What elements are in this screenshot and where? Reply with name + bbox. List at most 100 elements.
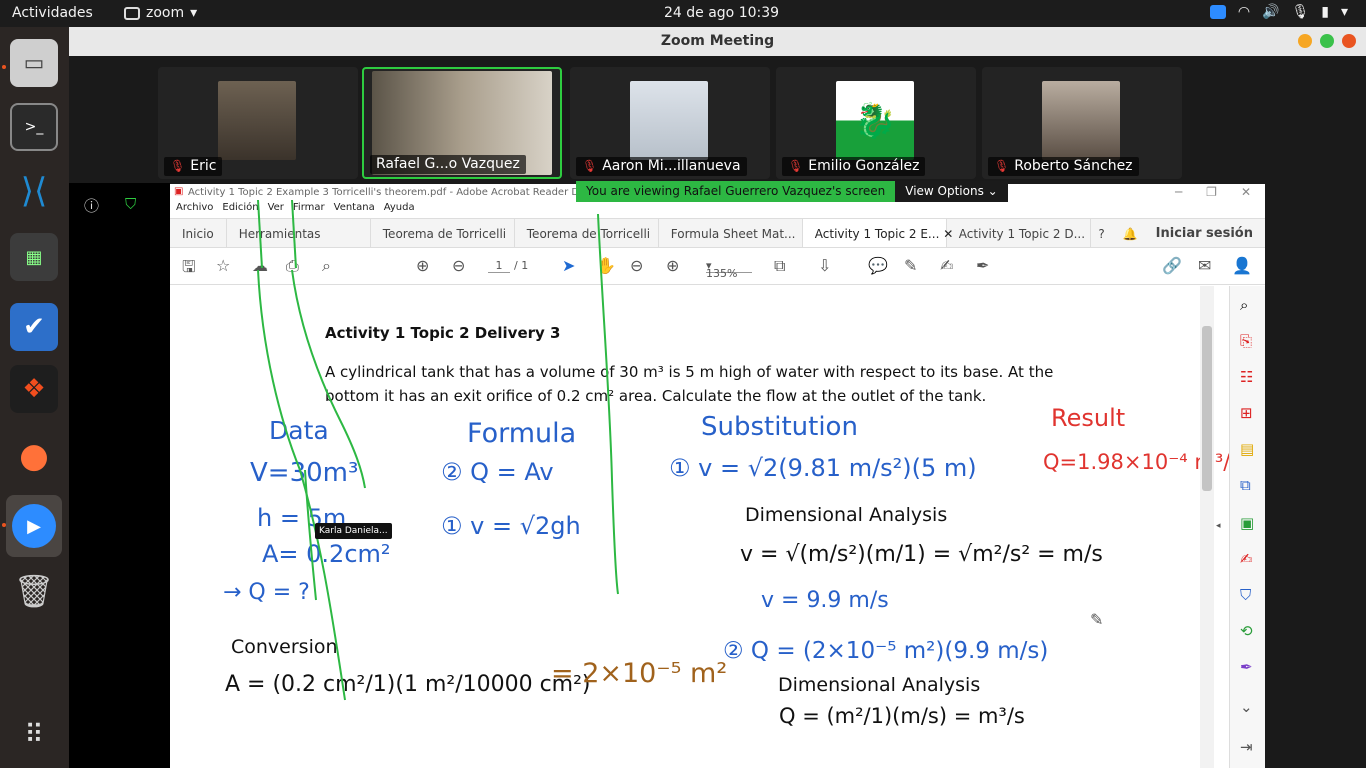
menu-edicion[interactable]: Edición: [222, 202, 258, 218]
zoom-level-value: 135%: [706, 267, 738, 280]
zoom-in-icon[interactable]: ⊕: [666, 256, 679, 275]
close-button[interactable]: [1342, 34, 1356, 48]
scroll-mode-icon[interactable]: ⇩: [818, 256, 831, 275]
next-page-icon[interactable]: ⊖: [452, 256, 465, 275]
activities-button[interactable]: Actividades: [12, 5, 93, 21]
prev-page-icon[interactable]: ⊕: [416, 256, 429, 275]
participant-tile[interactable]: 🐉 🎙 Emilio González: [776, 67, 976, 179]
tab-torricelli-2[interactable]: Teorema de Torricelli: [515, 219, 659, 247]
minimize-icon[interactable]: ─: [1175, 185, 1182, 199]
save-icon[interactable]: 🖫: [182, 256, 196, 283]
dock-zoom-item[interactable]: ▶: [6, 495, 62, 557]
comment-icon[interactable]: 💬: [868, 256, 888, 275]
menu-firmar[interactable]: Firmar: [293, 202, 325, 218]
shield-check-icon[interactable]: ⛉: [125, 195, 136, 213]
volume-icon[interactable]: 🔊: [1262, 4, 1279, 20]
pdf-icon: ▣: [174, 186, 184, 197]
participant-tile[interactable]: 🎙 Roberto Sánchez: [982, 67, 1182, 179]
menu-ver[interactable]: Ver: [268, 202, 284, 218]
chevron-down-icon: ▾: [190, 5, 198, 21]
menu-ayuda[interactable]: Ayuda: [384, 202, 415, 218]
zoom-level-select[interactable]: 135% ▾: [706, 259, 752, 280]
scrollbar-thumb[interactable]: [1202, 326, 1212, 491]
restore-icon[interactable]: ❐: [1206, 185, 1217, 199]
zoom-search-icon[interactable]: ⌕: [1240, 296, 1248, 314]
bell-icon[interactable]: 🔔: [1123, 227, 1138, 241]
tab-inicio[interactable]: Inicio: [170, 219, 227, 247]
fill-sign-icon[interactable]: ✒: [976, 256, 989, 275]
battery-icon[interactable]: ▮: [1321, 4, 1329, 20]
tab-activity-delivery[interactable]: Activity 1 Topic 2 D...: [947, 219, 1091, 247]
sign-tool-icon[interactable]: ✒: [1240, 658, 1253, 676]
tab-label: Activity 1 Topic 2 E...: [814, 227, 940, 241]
menu-archivo[interactable]: Archivo: [176, 202, 213, 218]
firefox-icon[interactable]: ●: [10, 432, 58, 480]
select-cursor-icon[interactable]: ➤: [562, 256, 575, 275]
hw-substitution-2: ② Q = (2×10⁻⁵ m²)(9.9 m/s): [723, 638, 1049, 664]
hand-tool-icon[interactable]: ✋: [596, 256, 616, 275]
view-options-button[interactable]: View Options ⌄: [895, 181, 1008, 202]
menu-ventana[interactable]: Ventana: [334, 202, 375, 218]
export-pdf-icon[interactable]: ⎘: [1240, 332, 1252, 350]
participant-name: 🎙 Roberto Sánchez: [988, 157, 1139, 176]
document-heading: Activity 1 Topic 2 Delivery 3: [325, 324, 561, 342]
fit-page-icon[interactable]: ⧉: [774, 256, 785, 276]
help-icon[interactable]: ?: [1098, 227, 1104, 241]
maximize-button[interactable]: [1320, 34, 1334, 48]
system-tray[interactable]: ◠ 🔊 🎙 ▮ ▾: [1209, 4, 1348, 20]
info-icon[interactable]: ⓘ: [84, 195, 99, 216]
wifi-icon[interactable]: ◠: [1238, 4, 1250, 20]
vscode-icon[interactable]: ⟩⟨: [10, 167, 58, 215]
participant-tile-active-speaker[interactable]: Rafael G...o Vazquez: [362, 67, 562, 179]
app-menu[interactable]: zoom ▾: [124, 5, 197, 21]
close-icon[interactable]: ✕: [1241, 185, 1251, 199]
search-icon[interactable]: ⌕: [322, 256, 331, 276]
add-user-icon[interactable]: 👤: [1232, 256, 1252, 275]
files-icon[interactable]: ▭: [10, 39, 58, 87]
protect-icon[interactable]: ⛉: [1240, 586, 1251, 604]
tab-herramientas[interactable]: Herramientas: [227, 219, 371, 247]
tab-torricelli-1[interactable]: Teorema de Torricelli: [371, 219, 515, 247]
participant-tile[interactable]: 🎙 Aaron Mi...illanueva: [570, 67, 770, 179]
hw-result-title: Result: [1051, 404, 1126, 432]
cloud-upload-icon[interactable]: ☁: [252, 256, 268, 275]
terminal-icon[interactable]: >_: [10, 103, 58, 151]
hw-data-title: Data: [269, 416, 329, 445]
zoom-tray-icon[interactable]: [1209, 5, 1226, 19]
app-menu-label: zoom: [146, 5, 185, 21]
participant-tile[interactable]: 🎙 Eric: [158, 67, 358, 179]
email-icon[interactable]: ✉: [1198, 256, 1211, 275]
dragon-icon: 🐉: [854, 101, 897, 141]
show-apps-icon[interactable]: ⠿: [10, 711, 58, 759]
send-for-review-icon[interactable]: ⟲: [1240, 622, 1253, 640]
tab-formula-sheet[interactable]: Formula Sheet Mat...: [659, 219, 803, 247]
expand-pane-icon[interactable]: ⇥: [1240, 738, 1253, 756]
link-icon[interactable]: 🔗: [1162, 256, 1182, 275]
trash-icon[interactable]: 🗑: [10, 567, 58, 615]
comment-tool-icon[interactable]: ▤: [1240, 440, 1254, 458]
calculator-icon[interactable]: ▦: [10, 233, 58, 281]
vertical-scrollbar[interactable]: [1200, 286, 1214, 768]
print-icon[interactable]: ⎙: [286, 256, 299, 276]
edit-pdf-icon[interactable]: ▣: [1240, 514, 1254, 532]
chevron-down-icon[interactable]: ⌄: [1240, 698, 1253, 716]
fill-sign-tool-icon[interactable]: ✍: [1240, 550, 1253, 568]
tab-activity-example[interactable]: Activity 1 Topic 2 E... ✕: [802, 219, 953, 247]
chevron-down-icon[interactable]: ▾: [1341, 4, 1348, 20]
combine-files-icon[interactable]: ⧉: [1240, 476, 1251, 494]
highlight-pen-icon[interactable]: ✎: [904, 256, 917, 275]
collapse-pane-icon[interactable]: ◂: [1216, 521, 1221, 531]
page-number-input[interactable]: 1: [488, 259, 510, 273]
bookmark-star-icon[interactable]: ☆: [216, 256, 230, 275]
draw-icon[interactable]: ✍: [940, 256, 953, 275]
tasks-icon[interactable]: ✔: [10, 303, 58, 351]
minimize-button[interactable]: [1298, 34, 1312, 48]
organize-pages-icon[interactable]: ☷: [1240, 368, 1253, 386]
microphone-icon[interactable]: 🎙: [1291, 4, 1309, 20]
create-pdf-icon[interactable]: ⊞: [1240, 404, 1253, 422]
zoom-out-icon[interactable]: ⊖: [630, 256, 643, 275]
figma-icon[interactable]: ❖: [10, 365, 58, 413]
signin-button[interactable]: Iniciar sesión: [1156, 226, 1253, 241]
acrobat-title: Activity 1 Topic 2 Example 3 Torricelli'…: [188, 187, 587, 198]
clock[interactable]: 24 de ago 10:39: [664, 5, 779, 21]
